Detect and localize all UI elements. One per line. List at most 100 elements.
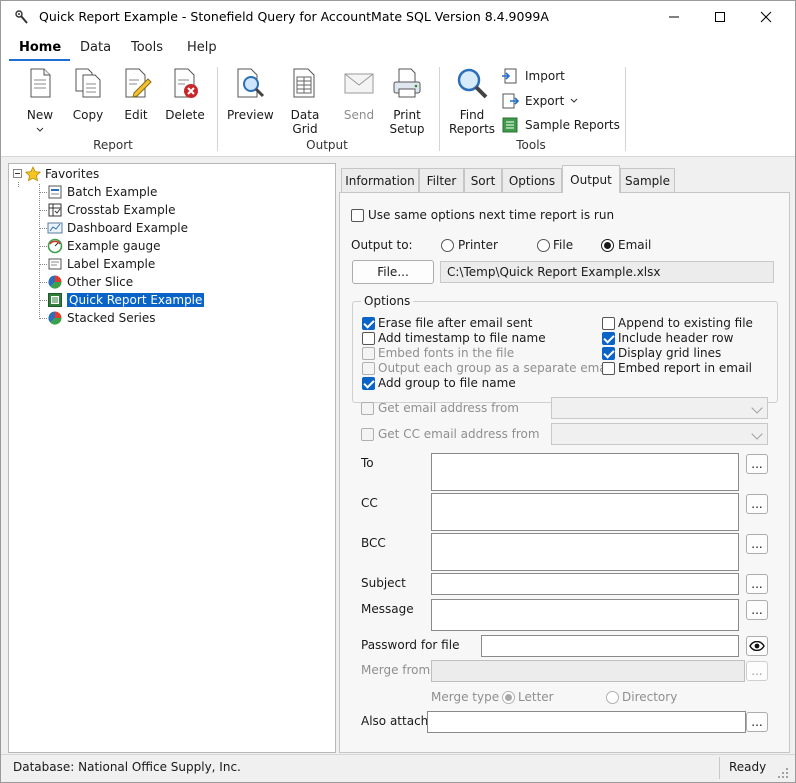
copy-button[interactable]: Copy	[71, 67, 105, 122]
close-button[interactable]	[743, 1, 789, 33]
menu-home[interactable]: Home	[19, 40, 61, 55]
file-radio[interactable]	[537, 239, 550, 252]
quick-report-icon	[48, 293, 62, 307]
merge-from-field[interactable]	[431, 660, 745, 682]
merge-directory-radio[interactable]	[606, 691, 619, 704]
password-field[interactable]	[481, 635, 739, 657]
add-group-checkbox[interactable]	[362, 377, 375, 390]
cc-field[interactable]	[431, 493, 739, 531]
to-browse-button[interactable]: ...	[746, 454, 768, 474]
cc-source-combo[interactable]	[551, 423, 768, 445]
merge-letter-radio[interactable]	[502, 691, 515, 704]
email-source-combo[interactable]	[551, 397, 768, 419]
erase-file-checkbox[interactable]	[362, 317, 375, 330]
get-cc-label: Get CC email address from	[378, 427, 540, 441]
collapse-icon[interactable]	[13, 169, 22, 178]
minimize-button[interactable]	[651, 1, 697, 33]
tree-item-example-gauge[interactable]: Example gauge	[47, 237, 160, 255]
get-email-checkbox[interactable]	[361, 402, 374, 415]
file-browse-button[interactable]: File...	[352, 260, 434, 284]
subject-field[interactable]	[431, 573, 739, 595]
menu-help[interactable]: Help	[187, 40, 217, 55]
also-attach-browse-button[interactable]: ...	[746, 712, 768, 732]
file-path-field[interactable]: C:\Temp\Quick Report Example.xlsx	[440, 261, 774, 283]
sample-reports-icon	[502, 117, 518, 133]
magnifier-icon	[457, 68, 488, 99]
maximize-icon	[715, 12, 725, 22]
tree-item-label: Stacked Series	[67, 311, 156, 325]
tab-output[interactable]: Output	[562, 165, 620, 193]
tab-sort[interactable]: Sort	[464, 168, 502, 192]
window-title: Quick Report Example - Stonefield Query …	[39, 9, 549, 24]
print-setup-button[interactable]: Print Setup	[385, 67, 429, 136]
grid-lines-checkbox[interactable]	[602, 347, 615, 360]
data-grid-button[interactable]: Data Grid	[277, 67, 333, 136]
preview-button[interactable]: Preview	[227, 67, 274, 122]
tree-line	[39, 318, 47, 319]
menu-bar: Home Data Tools Help	[1, 33, 795, 61]
email-label: Email	[618, 238, 652, 252]
tab-options[interactable]: Options	[502, 168, 562, 192]
tree-item-label: Label Example	[67, 257, 156, 271]
get-cc-checkbox[interactable]	[361, 428, 374, 441]
tree-line	[39, 300, 47, 301]
subject-label: Subject	[361, 576, 406, 590]
embed-fonts-checkbox[interactable]	[362, 347, 375, 360]
bcc-field[interactable]	[431, 533, 739, 571]
maximize-button[interactable]	[697, 1, 743, 33]
tree-item-label: Example gauge	[67, 239, 161, 253]
append-file-checkbox[interactable]	[602, 317, 615, 330]
menu-data[interactable]: Data	[80, 40, 111, 55]
options-legend: Options	[361, 294, 414, 308]
delete-icon	[174, 68, 198, 98]
append-file-label: Append to existing file	[618, 316, 753, 330]
ready-status: Ready	[729, 760, 767, 774]
find-reports-button[interactable]: Find Reports	[449, 67, 495, 136]
tree-root-favorites[interactable]: Favorites	[25, 165, 99, 183]
tab-strip: Information Filter Sort Options Output S…	[339, 163, 790, 193]
tab-sample[interactable]: Sample	[620, 168, 675, 192]
tree-item-stacked-series[interactable]: Stacked Series	[47, 309, 156, 327]
cc-browse-button[interactable]: ...	[746, 494, 768, 514]
also-attach-field[interactable]	[427, 711, 746, 733]
tree-item-crosstab-example[interactable]: Crosstab Example	[47, 201, 175, 219]
add-timestamp-checkbox[interactable]	[362, 332, 375, 345]
tree-item-label-example[interactable]: Label Example	[47, 255, 155, 273]
same-options-checkbox[interactable]	[351, 209, 364, 222]
message-field[interactable]	[431, 599, 739, 631]
setup-label: Setup	[389, 122, 425, 136]
tab-information[interactable]: Information	[341, 168, 419, 192]
tree-item-label: Batch Example	[67, 185, 158, 199]
eye-icon	[749, 641, 765, 651]
menu-tools[interactable]: Tools	[131, 40, 163, 55]
merge-letter-label: Letter	[518, 690, 554, 704]
message-browse-button[interactable]: ...	[746, 600, 768, 620]
sample-reports-button[interactable]: Sample Reports	[501, 116, 620, 134]
send-button[interactable]: Send	[341, 67, 377, 122]
header-row-checkbox[interactable]	[602, 332, 615, 345]
embed-email-checkbox[interactable]	[602, 362, 615, 375]
data-grid-label: Data Grid	[290, 108, 320, 136]
tree-line	[39, 264, 47, 265]
resize-grip-icon[interactable]	[777, 767, 789, 779]
tree-item-other-slice[interactable]: Other Slice	[47, 273, 133, 291]
tree-item-dashboard-example[interactable]: Dashboard Example	[47, 219, 188, 237]
printer-radio[interactable]	[441, 239, 454, 252]
export-button[interactable]: Export	[501, 92, 578, 110]
tab-filter[interactable]: Filter	[419, 168, 464, 192]
tree-line	[18, 182, 19, 187]
merge-from-browse-button[interactable]: ...	[746, 661, 768, 681]
tree-item-quick-report-example[interactable]: Quick Report Example	[47, 291, 206, 309]
to-field[interactable]	[431, 453, 739, 491]
delete-button[interactable]: Delete	[165, 67, 205, 122]
new-button[interactable]: New	[23, 67, 57, 136]
subject-browse-button[interactable]: ...	[746, 574, 768, 594]
email-radio[interactable]	[601, 239, 614, 252]
edit-button[interactable]: Edit	[119, 67, 153, 122]
show-password-button[interactable]	[746, 636, 768, 656]
import-button[interactable]: Import	[501, 67, 565, 85]
cc-label: CC	[361, 496, 378, 510]
tree-item-batch-example[interactable]: Batch Example	[47, 183, 157, 201]
each-group-email-checkbox[interactable]	[362, 362, 375, 375]
bcc-browse-button[interactable]: ...	[746, 534, 768, 554]
